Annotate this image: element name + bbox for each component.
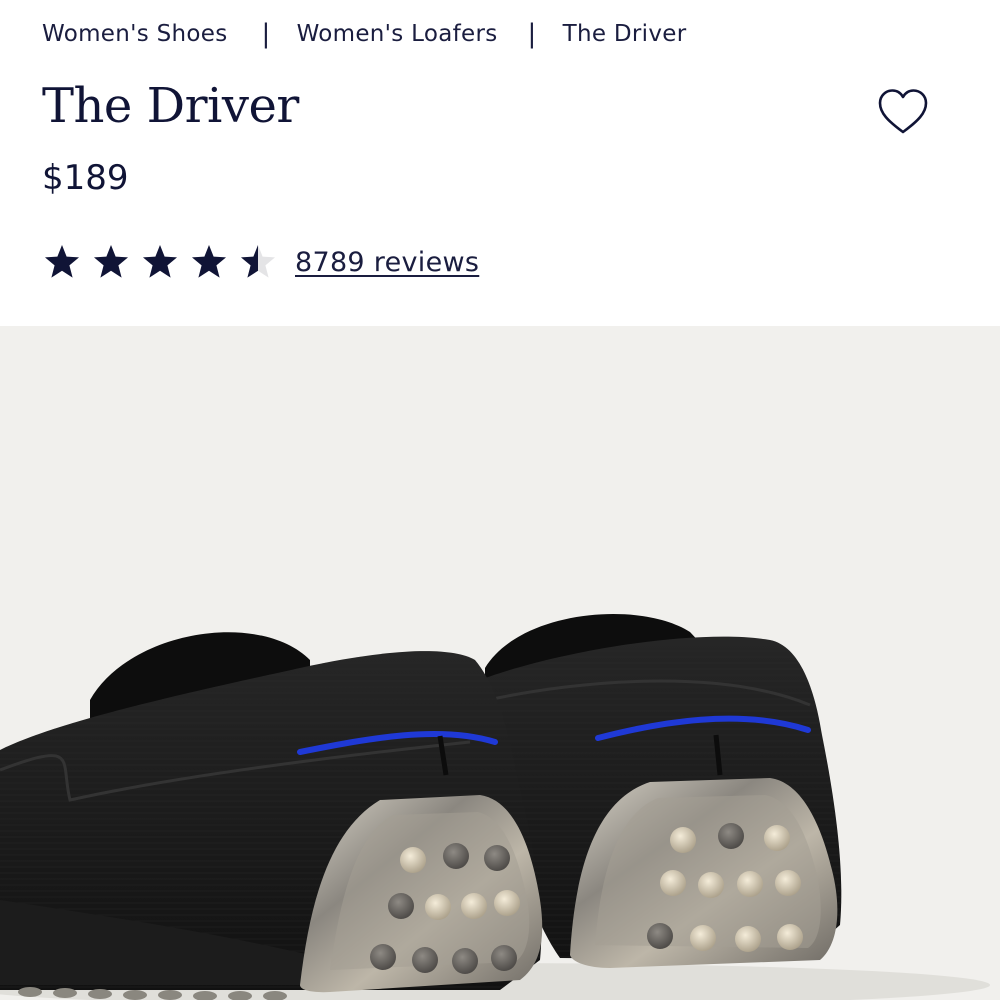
product-rating: 8789 reviews [42, 240, 479, 284]
star-half-icon [241, 245, 275, 278]
star-filled-icon [143, 245, 177, 278]
product-title: The Driver [42, 78, 299, 134]
product-price: $189 [42, 158, 129, 198]
left-shoe [0, 632, 543, 1000]
rating-stars [42, 242, 287, 282]
breadcrumb-womens-loafers[interactable]: Women's Loafers [297, 21, 498, 47]
breadcrumb-womens-shoes[interactable]: Women's Shoes [42, 21, 228, 47]
star-filled-icon [192, 245, 226, 278]
breadcrumb: Women's Shoes | Women's Loafers | The Dr… [42, 16, 686, 52]
heart-outline-icon [878, 89, 928, 134]
reviews-link[interactable]: 8789 reviews [295, 247, 479, 278]
product-image-graphic [0, 614, 990, 1000]
star-filled-icon [94, 245, 128, 278]
breadcrumb-separator: | [527, 19, 537, 49]
star-filled-icon [45, 245, 79, 278]
product-image[interactable] [0, 326, 1000, 1000]
favorite-button[interactable] [876, 86, 930, 140]
breadcrumb-separator: | [261, 19, 271, 49]
breadcrumb-the-driver[interactable]: The Driver [563, 21, 687, 47]
